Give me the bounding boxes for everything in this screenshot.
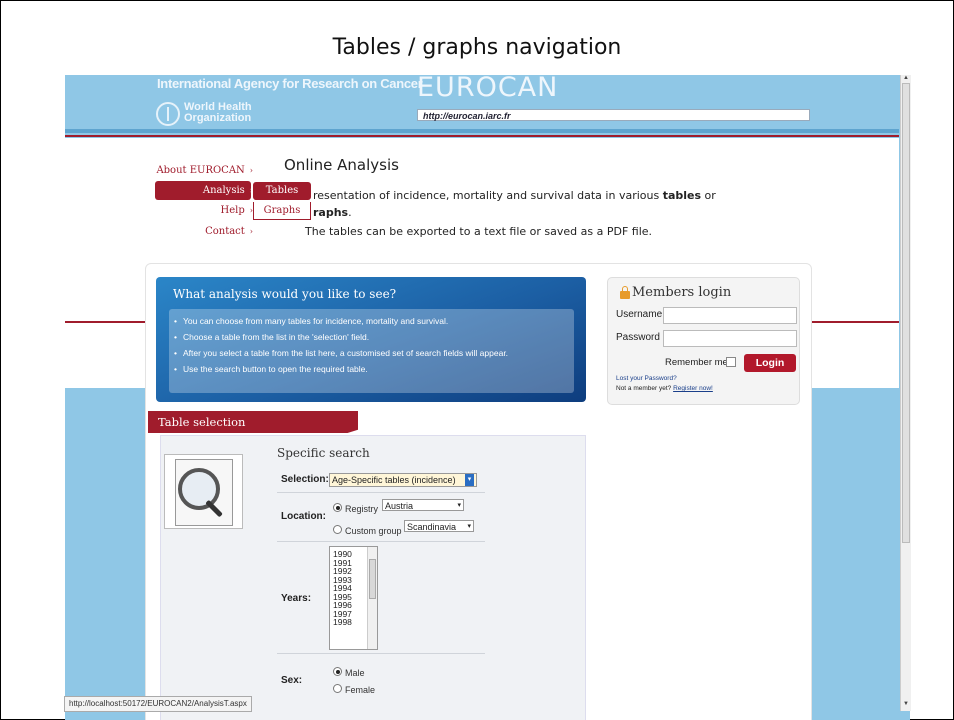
sidemenu-item-help[interactable]: Help › <box>135 205 253 216</box>
radio-unselected-icon[interactable] <box>333 684 342 694</box>
table-selection-panel: Specific search Selection: Age-Specific … <box>160 435 586 720</box>
remember-me-label: Remember me <box>665 357 728 368</box>
custom-group-value: Scandinavia <box>407 522 457 532</box>
browser-viewport: International Agency for Research on Can… <box>65 75 910 720</box>
online-analysis-line-2: raphs. <box>313 206 352 219</box>
sex-label: Sex: <box>281 675 303 686</box>
what-analysis-box: What analysis would you like to see? You… <box>156 277 586 402</box>
magnifier-document-icon <box>164 454 243 529</box>
remember-me-checkbox[interactable] <box>726 357 736 367</box>
submenu-item-graphs[interactable]: Graphs <box>253 202 311 220</box>
sidemenu-label: Help <box>220 205 245 216</box>
sex-option-female[interactable]: Female <box>333 680 375 698</box>
login-button[interactable]: Login <box>744 354 796 372</box>
members-login-box: Members login Username Password Remember… <box>607 277 800 405</box>
password-label: Password <box>616 332 660 343</box>
location-label: Location: <box>281 511 326 522</box>
years-row: Years: 1990 1991 1992 1993 1994 1995 199… <box>277 541 485 654</box>
slide-title: Tables / graphs navigation <box>332 35 622 60</box>
selection-label: Selection: <box>281 474 329 485</box>
list-item: Choose a table from the list in the 'sel… <box>174 332 369 342</box>
selection-dropdown[interactable]: Age-Specific tables (incidence) ▾ <box>329 473 477 487</box>
not-member-label: Not a member yet? <box>616 385 672 392</box>
submenu-item-tables[interactable]: Tables <box>253 182 311 200</box>
custom-group-dropdown[interactable]: Scandinavia ▾ <box>404 520 474 532</box>
sidemenu-item-about[interactable]: About EUROCAN › <box>135 165 253 176</box>
site-url[interactable]: http://eurocan.iarc.fr <box>417 109 810 121</box>
years-scroll-thumb[interactable] <box>369 559 376 599</box>
password-input[interactable] <box>663 330 797 347</box>
online-analysis-line-3: The tables can be exported to a text fil… <box>305 225 653 238</box>
sidemenu-label: About EUROCAN <box>156 165 245 176</box>
oa-line1-suffix: or <box>701 189 716 202</box>
radio-selected-icon[interactable] <box>333 667 342 677</box>
who-logo-icon[interactable] <box>156 102 180 126</box>
not-member-text: Not a member yet? Register now! <box>616 385 713 392</box>
username-label: Username <box>616 309 663 320</box>
radio-selected-icon[interactable] <box>333 503 342 513</box>
oa-line1-bold: tables <box>662 189 702 202</box>
what-analysis-title: What analysis would you like to see? <box>173 287 397 301</box>
iarc-name[interactable]: International Agency for Research on Can… <box>157 76 423 91</box>
what-analysis-bullets: You can choose from many tables for inci… <box>169 309 574 393</box>
oa-line2-bold: raphs <box>313 206 349 219</box>
years-label: Years: <box>281 593 312 604</box>
sidemenu-item-contact[interactable]: Contact › <box>135 226 253 237</box>
sex-male-label: Male <box>345 668 365 678</box>
registry-label: Registry <box>345 504 379 514</box>
list-item: You can choose from many tables for inci… <box>174 316 448 326</box>
sidemenu-label: Contact <box>205 226 245 237</box>
register-link[interactable]: Register now! <box>673 385 713 392</box>
browser-status-bar: http://localhost:50172/EUROCAN2/Analysis… <box>64 696 252 712</box>
selection-value: Age-Specific tables (incidence) <box>332 475 456 485</box>
browser-scroll-thumb[interactable] <box>902 83 910 543</box>
who-name[interactable]: World Health Organization <box>184 102 252 124</box>
browser-scrollbar[interactable]: ▲ ▼ <box>900 75 911 711</box>
registry-option[interactable]: Registry <box>333 499 378 517</box>
custom-group-label: Custom group <box>345 526 402 536</box>
lock-icon <box>620 286 630 299</box>
years-listbox[interactable]: 1990 1991 1992 1993 1994 1995 1996 1997 … <box>329 546 378 650</box>
years-scrollbar[interactable] <box>367 547 377 649</box>
online-analysis-line-1: resentation of incidence, mortality and … <box>313 189 716 202</box>
list-item: After you select a table from the list h… <box>174 348 508 358</box>
custom-group-option[interactable]: Custom group <box>333 521 402 539</box>
selection-row: Selection: Age-Specific tables (incidenc… <box>277 468 485 493</box>
sidemenu-label: Analysis <box>202 185 245 196</box>
sex-option-male[interactable]: Male <box>333 663 365 681</box>
chevron-down-icon: ▾ <box>465 474 474 486</box>
registry-value: Austria <box>385 501 414 511</box>
sex-female-label: Female <box>345 685 376 695</box>
online-analysis-title: Online Analysis <box>284 156 399 174</box>
scroll-down-icon[interactable]: ▼ <box>903 701 909 707</box>
sidemenu-item-analysis[interactable]: Analysis › <box>135 185 253 196</box>
chevron-down-icon: ▾ <box>457 502 461 509</box>
radio-unselected-icon[interactable] <box>333 525 342 535</box>
header-divider <box>65 135 899 137</box>
lost-password-link[interactable]: Lost your Password? <box>616 375 677 382</box>
chevron-right-icon: › <box>249 227 253 236</box>
location-row: Location: Registry Austria ▾ Custom grou… <box>277 492 485 542</box>
login-title: Members login <box>632 285 732 300</box>
scroll-up-icon[interactable]: ▲ <box>903 75 909 81</box>
oa-line2-suffix: . <box>348 206 352 219</box>
who-line-2: Organization <box>184 112 252 124</box>
list-item: Use the search button to open the requir… <box>174 364 368 374</box>
site-title[interactable]: EUROCAN <box>417 75 558 103</box>
registry-dropdown[interactable]: Austria ▾ <box>382 499 464 511</box>
chevron-down-icon: ▾ <box>467 523 471 530</box>
sex-row: Sex: Male Female <box>277 653 485 703</box>
specific-search-title: Specific search <box>277 446 370 460</box>
table-selection-tab[interactable]: Table selection <box>148 411 358 433</box>
chevron-right-icon: › <box>249 166 253 175</box>
username-input[interactable] <box>663 307 797 324</box>
oa-line1-prefix: resentation of incidence, mortality and … <box>313 189 663 202</box>
